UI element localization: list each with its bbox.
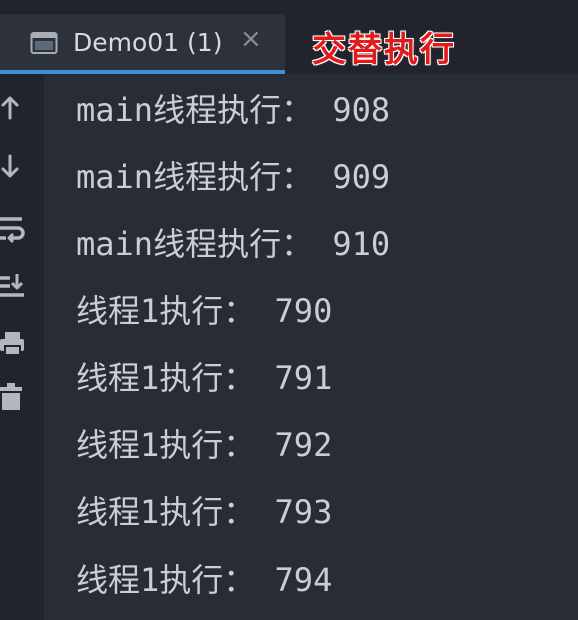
soft-wrap-icon[interactable] xyxy=(0,214,26,244)
close-icon[interactable]: × xyxy=(240,26,262,52)
tab-title: Demo01 (1) xyxy=(73,28,223,57)
console-line: 线程1执行： 790 xyxy=(76,292,333,330)
scroll-down-icon[interactable] xyxy=(0,152,26,182)
scroll-up-icon[interactable] xyxy=(0,92,26,122)
console-line: main线程执行： 908 xyxy=(76,91,391,129)
console-window-icon xyxy=(30,32,58,54)
console-line: 线程1执行： 794 xyxy=(76,561,333,599)
print-icon[interactable] xyxy=(0,328,26,358)
console-line: 线程1执行： 791 xyxy=(76,359,333,397)
tab-demo01[interactable]: Demo01 (1) × xyxy=(0,14,285,74)
annotation-label: 交替执行 xyxy=(312,30,456,70)
scroll-to-end-icon[interactable] xyxy=(0,270,26,300)
console-output[interactable]: main线程执行： 908 main线程执行： 909 main线程执行： 91… xyxy=(44,74,578,620)
console-line: main线程执行： 910 xyxy=(76,225,391,263)
console-line: 线程1执行： 793 xyxy=(76,493,333,531)
console-toolbar xyxy=(0,74,44,620)
clear-all-icon[interactable] xyxy=(0,382,26,412)
console-line: main线程执行： 909 xyxy=(76,158,391,196)
console-line: 线程1执行： 792 xyxy=(76,426,333,464)
tab-bar: Demo01 (1) × 交替执行 xyxy=(0,0,578,74)
